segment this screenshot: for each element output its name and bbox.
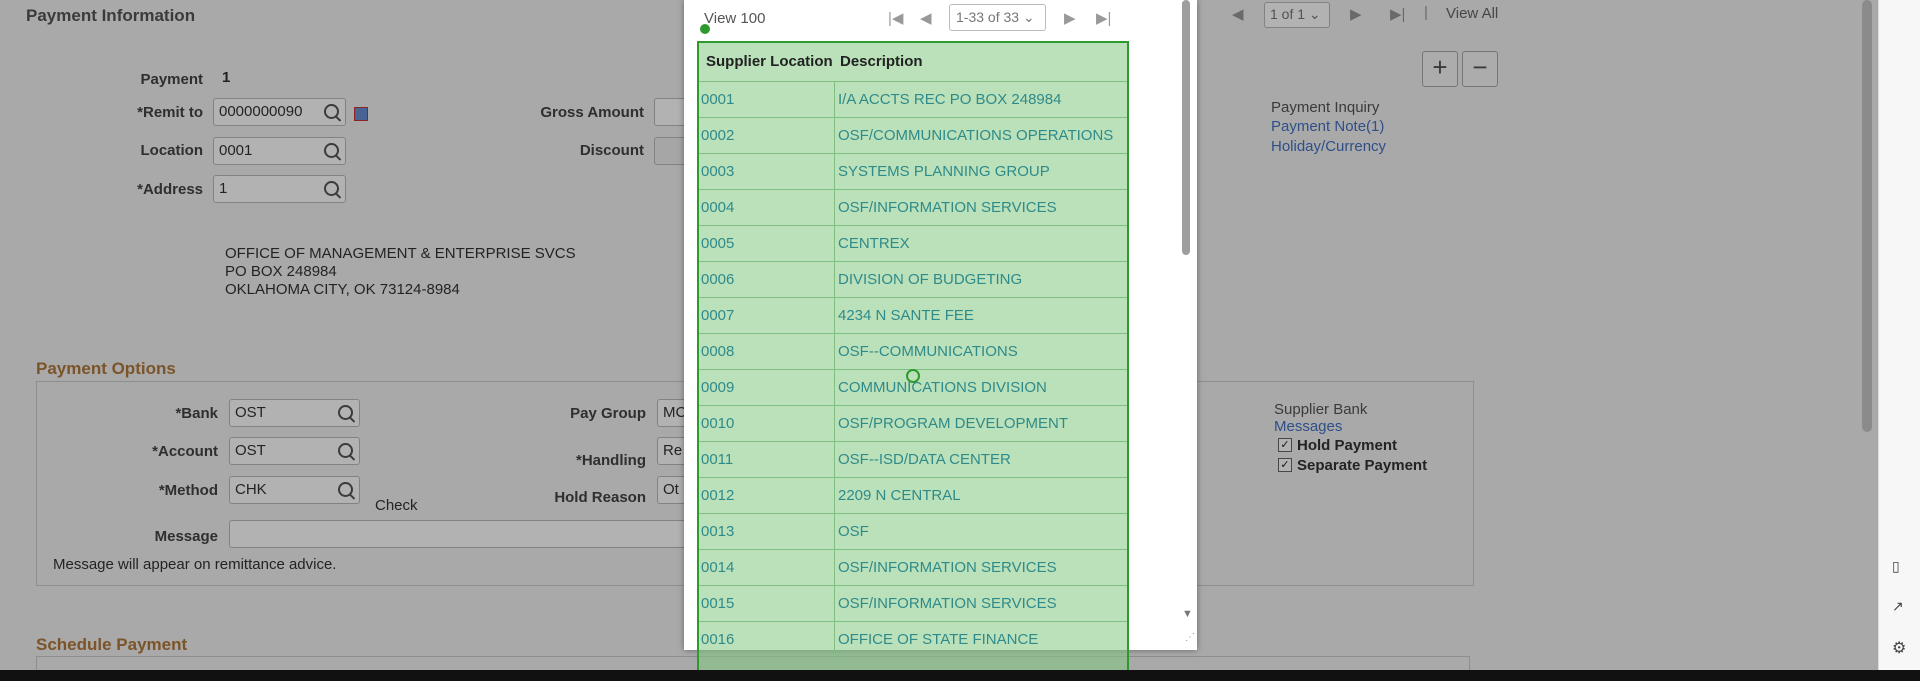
supplier-location-cell[interactable]: 0015 <box>701 586 835 622</box>
description-cell[interactable]: SYSTEMS PLANNING GROUP <box>838 154 1127 190</box>
supplier-location-cell[interactable]: 0011 <box>701 442 835 478</box>
description-cell[interactable]: CENTREX <box>838 226 1127 262</box>
popup-scrollbar[interactable] <box>1182 0 1190 255</box>
supplier-location-cell[interactable]: 0007 <box>701 298 835 334</box>
table-row[interactable]: 0001 I/A ACCTS REC PO BOX 248984 <box>699 81 1127 118</box>
supplier-location-cell[interactable]: 0009 <box>701 370 835 406</box>
description-cell[interactable]: 2209 N CENTRAL <box>838 478 1127 514</box>
description-cell[interactable]: I/A ACCTS REC PO BOX 248984 <box>838 82 1127 118</box>
first-page-icon[interactable]: |◀ <box>888 9 903 27</box>
description-cell[interactable]: OSF--COMMUNICATIONS <box>838 334 1127 370</box>
supplier-location-cell[interactable]: 0012 <box>701 478 835 514</box>
next-page-icon[interactable]: ▶ <box>1064 9 1076 27</box>
table-row[interactable]: 0010 OSF/PROGRAM DEVELOPMENT <box>699 405 1127 442</box>
table-row[interactable]: 0014 OSF/INFORMATION SERVICES <box>699 549 1127 586</box>
crosshair-icon <box>906 369 920 383</box>
supplier-location-cell[interactable]: 0013 <box>701 514 835 550</box>
description-cell[interactable]: OSF/INFORMATION SERVICES <box>838 586 1127 622</box>
description-cell[interactable]: COMMUNICATIONS DIVISION <box>838 370 1127 406</box>
taskbar <box>0 670 1920 681</box>
table-row[interactable]: 0003 SYSTEMS PLANNING GROUP <box>699 153 1127 190</box>
description-cell[interactable]: OSF/INFORMATION SERVICES <box>838 550 1127 586</box>
gear-icon[interactable]: ⚙ <box>1892 638 1906 658</box>
previous-page-icon[interactable]: ◀ <box>920 9 932 27</box>
table-row[interactable]: 0007 4234 N SANTE FEE <box>699 297 1127 334</box>
range-value: 1-33 of 33 <box>956 9 1020 25</box>
scroll-down-icon[interactable]: ▼ <box>1182 608 1193 620</box>
column-header-description[interactable]: Description <box>840 43 923 81</box>
description-cell[interactable]: 4234 N SANTE FEE <box>838 298 1127 334</box>
table-row[interactable]: 0005 CENTREX <box>699 225 1127 262</box>
description-cell[interactable]: OSF/COMMUNICATIONS OPERATIONS <box>838 118 1127 154</box>
supplier-location-cell[interactable]: 0001 <box>701 82 835 118</box>
table-row[interactable]: 0012 2209 N CENTRAL <box>699 477 1127 514</box>
description-cell[interactable]: OSF/INFORMATION SERVICES <box>838 190 1127 226</box>
supplier-location-cell[interactable]: 0010 <box>701 406 835 442</box>
table-row[interactable]: 0013 OSF <box>699 513 1127 550</box>
supplier-location-cell[interactable]: 0004 <box>701 190 835 226</box>
table-row[interactable]: 0011 OSF--ISD/DATA CENTER <box>699 441 1127 478</box>
supplier-location-cell[interactable]: 0014 <box>701 550 835 586</box>
range-select[interactable]: 1-33 of 33 ⌄ <box>949 4 1046 31</box>
description-cell[interactable]: OFFICE OF STATE FINANCE <box>838 622 1127 658</box>
supplier-location-cell[interactable]: 0002 <box>701 118 835 154</box>
sidebar-toggle-icon[interactable]: ▯ <box>1892 558 1900 575</box>
last-page-icon[interactable]: ▶| <box>1096 9 1111 27</box>
supplier-location-cell[interactable]: 0008 <box>701 334 835 370</box>
supplier-location-cell[interactable]: 0016 <box>701 622 835 658</box>
description-cell[interactable]: OSF--ISD/DATA CENTER <box>838 442 1127 478</box>
table-row[interactable]: 0004 OSF/INFORMATION SERVICES <box>699 189 1127 226</box>
resize-handle-icon[interactable]: ⋰ <box>1185 632 1195 643</box>
table-row[interactable]: 0015 OSF/INFORMATION SERVICES <box>699 585 1127 622</box>
supplier-location-cell[interactable]: 0005 <box>701 226 835 262</box>
table-row[interactable]: 0002 OSF/COMMUNICATIONS OPERATIONS <box>699 117 1127 154</box>
target-marker-icon <box>698 22 712 36</box>
view-100-link[interactable]: View 100 <box>704 10 765 27</box>
supplier-location-grid: Supplier Location Description 0001 I/A AC… <box>697 41 1129 681</box>
table-row[interactable]: 0016 OFFICE OF STATE FINANCE <box>699 621 1127 658</box>
supplier-location-cell[interactable]: 0006 <box>701 262 835 298</box>
description-cell[interactable]: OSF/PROGRAM DEVELOPMENT <box>838 406 1127 442</box>
supplier-location-cell[interactable]: 0003 <box>701 154 835 190</box>
table-row[interactable]: 0008 OSF--COMMUNICATIONS <box>699 333 1127 370</box>
right-side-panel: ▯ ↗ ⚙ <box>1878 0 1920 681</box>
table-row[interactable]: 0006 DIVISION OF BUDGETING <box>699 261 1127 298</box>
external-link-icon[interactable]: ↗ <box>1892 598 1904 615</box>
column-header-supplier-location[interactable]: Supplier Location <box>706 43 833 81</box>
description-cell[interactable]: DIVISION OF BUDGETING <box>838 262 1127 298</box>
description-cell[interactable]: OSF <box>838 514 1127 550</box>
